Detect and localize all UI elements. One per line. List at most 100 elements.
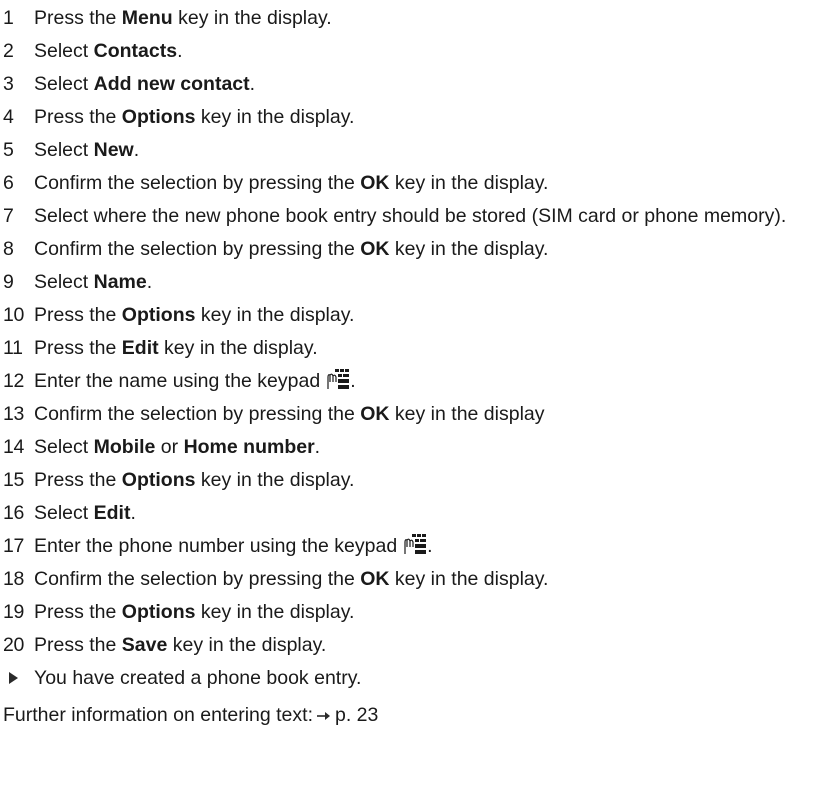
step-item: 9 Select Name. bbox=[3, 268, 808, 296]
step-text: Press the Menu key in the display. bbox=[34, 4, 808, 32]
key-label: Home number bbox=[183, 436, 315, 458]
key-label: Mobile bbox=[93, 436, 156, 458]
step-text-part: Select bbox=[34, 73, 94, 95]
step-text-part: Press the bbox=[34, 469, 122, 491]
keypad-icon bbox=[320, 369, 350, 392]
step-text-part: key in the display. bbox=[195, 106, 355, 128]
step-text-part: Select where the new phone book entry sh… bbox=[34, 205, 787, 227]
step-item: 5 Select New. bbox=[3, 136, 808, 164]
step-text-part: Enter the phone number using the keypad bbox=[34, 535, 398, 557]
step-text-part: key in the display. bbox=[389, 238, 549, 260]
step-number: 12 bbox=[3, 370, 25, 392]
step-text: Select Mobile or Home number. bbox=[34, 433, 808, 461]
key-label: Options bbox=[121, 469, 196, 491]
further-info-text: Further information on entering text: bbox=[3, 704, 313, 726]
result-text: You have created a phone book entry. bbox=[34, 667, 362, 689]
step-text: Select Add new contact. bbox=[34, 70, 808, 98]
step-item: 4 Press the Options key in the display. bbox=[3, 103, 808, 131]
step-number: 7 bbox=[3, 205, 14, 227]
step-text: Press the Options key in the display. bbox=[34, 598, 808, 626]
step-item: 15 Press the Options key in the display. bbox=[3, 466, 808, 494]
step-item: 14 Select Mobile or Home number. bbox=[3, 433, 808, 461]
step-text-part: Press the bbox=[34, 7, 122, 29]
key-label: New bbox=[93, 139, 134, 161]
step-text-part: Press the bbox=[34, 106, 122, 128]
step-text-part: Select bbox=[34, 40, 94, 62]
step-text-part: Select bbox=[34, 436, 94, 458]
step-text-part: Press the bbox=[34, 634, 122, 656]
step-text: Press the Options key in the display. bbox=[34, 466, 808, 494]
step-text-part: Confirm the selection by pressing the bbox=[34, 172, 361, 194]
step-text: Select New. bbox=[34, 136, 808, 164]
key-label: OK bbox=[360, 568, 390, 590]
step-number: 9 bbox=[3, 271, 14, 293]
key-label: Edit bbox=[93, 502, 131, 524]
step-text-part: Select bbox=[34, 139, 94, 161]
result-line: You have created a phone book entry. bbox=[3, 664, 808, 692]
step-text: Press the Options key in the display. bbox=[34, 103, 808, 131]
step-item: 12 Enter the name using the keypad. bbox=[3, 367, 808, 395]
step-number: 8 bbox=[3, 238, 14, 260]
step-list: 1 Press the Menu key in the display. 2 Sele… bbox=[3, 4, 808, 659]
step-item: 19 Press the Options key in the display. bbox=[3, 598, 808, 626]
step-text-part: Select bbox=[34, 271, 94, 293]
step-text: Select where the new phone book entry sh… bbox=[34, 202, 808, 230]
step-text-part: Press the bbox=[34, 601, 122, 623]
page-reference-link[interactable]: p. 23 bbox=[335, 704, 378, 726]
step-number: 6 bbox=[3, 172, 14, 194]
key-label: Save bbox=[121, 634, 168, 656]
step-item: 10 Press the Options key in the display. bbox=[3, 301, 808, 329]
keypad-icon bbox=[397, 534, 427, 557]
step-text-part: . bbox=[314, 436, 321, 458]
step-text: Select Contacts. bbox=[34, 37, 808, 65]
step-text-part: key in the display. bbox=[167, 634, 327, 656]
step-number: 10 bbox=[3, 304, 25, 326]
step-item: 1 Press the Menu key in the display. bbox=[3, 4, 808, 32]
step-text: Confirm the selection by pressing the OK… bbox=[34, 400, 808, 428]
step-text: Enter the name using the keypad. bbox=[34, 367, 808, 395]
key-label: Contacts bbox=[93, 40, 178, 62]
step-text-part: Confirm the selection by pressing the bbox=[34, 403, 361, 425]
step-item: 18 Confirm the selection by pressing the … bbox=[3, 565, 808, 593]
step-text: Press the Save key in the display. bbox=[34, 631, 808, 659]
step-number: 15 bbox=[3, 469, 25, 491]
step-item: 17 Enter the phone number using the keypa… bbox=[3, 532, 808, 560]
step-number: 1 bbox=[3, 7, 14, 29]
further-info: Further information on entering text: p. … bbox=[3, 701, 808, 730]
step-number: 16 bbox=[3, 502, 25, 524]
step-number: 20 bbox=[3, 634, 25, 656]
step-number: 4 bbox=[3, 106, 14, 128]
key-label: Options bbox=[121, 106, 196, 128]
step-item: 11 Press the Edit key in the display. bbox=[3, 334, 808, 362]
step-number: 18 bbox=[3, 568, 25, 590]
step-text-part: . bbox=[130, 502, 136, 524]
step-text-part: Select bbox=[34, 502, 94, 524]
key-label: OK bbox=[360, 238, 390, 260]
step-item: 2 Select Contacts. bbox=[3, 37, 808, 65]
step-text-part: key in the display bbox=[389, 403, 545, 425]
step-item: 20 Press the Save key in the display. bbox=[3, 631, 808, 659]
step-text: Confirm the selection by pressing the OK… bbox=[34, 169, 808, 197]
step-text: Press the Options key in the display. bbox=[34, 301, 808, 329]
step-text-part: Press the bbox=[34, 304, 122, 326]
step-number: 17 bbox=[3, 535, 25, 557]
instruction-content: 1 Press the Menu key in the display. 2 Sele… bbox=[3, 4, 808, 730]
step-text-part: Confirm the selection by pressing the bbox=[34, 568, 361, 590]
step-text-part: key in the display. bbox=[172, 7, 332, 29]
step-text-part: key in the display. bbox=[195, 469, 355, 491]
step-text-part: key in the display. bbox=[158, 337, 318, 359]
step-text-part: key in the display. bbox=[389, 568, 549, 590]
step-text-part: . bbox=[249, 73, 256, 95]
step-item: 6 Confirm the selection by pressing the O… bbox=[3, 169, 808, 197]
step-text-part: . bbox=[133, 139, 140, 161]
step-text-part: key in the display. bbox=[195, 601, 355, 623]
key-label: Edit bbox=[121, 337, 159, 359]
step-number: 19 bbox=[3, 601, 25, 623]
step-item: 3 Select Add new contact. bbox=[3, 70, 808, 98]
step-text-part: . bbox=[177, 40, 183, 62]
step-number: 3 bbox=[3, 73, 14, 95]
key-label: OK bbox=[360, 172, 390, 194]
key-label: Name bbox=[93, 271, 147, 293]
step-item: 7 Select where the new phone book entry s… bbox=[3, 202, 808, 230]
step-item: 13 Confirm the selection by pressing the … bbox=[3, 400, 808, 428]
